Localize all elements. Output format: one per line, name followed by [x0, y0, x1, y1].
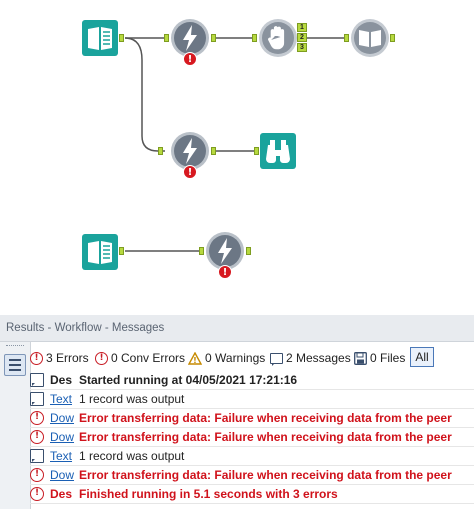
- error-circle-icon: !: [95, 352, 108, 366]
- row-tool-cell: Des: [50, 373, 73, 387]
- row-tool-link[interactable]: Dow: [50, 466, 76, 484]
- row-tool-link[interactable]: Text: [50, 447, 76, 465]
- table-row[interactable]: ! Dow Error transferring data: Failure w…: [30, 409, 474, 428]
- row-message-text: Error transferring data: Failure when re…: [79, 430, 452, 444]
- list-view-button[interactable]: [4, 354, 26, 376]
- svg-text:!: !: [193, 356, 197, 365]
- warnings-filter-button[interactable]: ! 0 Warnings: [188, 349, 265, 367]
- input-anchor[interactable]: [199, 247, 204, 255]
- text-input-tool-1[interactable]: [82, 20, 118, 56]
- conv-errors-filter-button[interactable]: ! 0 Conv Errors: [95, 349, 185, 367]
- output-anchor[interactable]: [119, 34, 124, 42]
- save-disk-icon: [354, 352, 367, 366]
- table-row[interactable]: ! Des Finished running in 5.1 seconds wi…: [30, 485, 474, 504]
- table-row[interactable]: ! Dow Error transferring data: Failure w…: [30, 466, 474, 485]
- message-comment-icon: [270, 353, 283, 367]
- output-anchor-1[interactable]: 1: [297, 23, 307, 32]
- messages-filter-label: 2 Messages: [286, 351, 351, 365]
- binoculars-icon: [260, 133, 296, 169]
- hand-stop-icon: [259, 19, 297, 57]
- message-comment-icon: [30, 373, 44, 387]
- output-anchor[interactable]: [390, 34, 395, 42]
- open-book-icon: [351, 19, 389, 57]
- row-tool-link[interactable]: Dow: [50, 428, 76, 446]
- input-anchor[interactable]: [158, 147, 163, 155]
- files-filter-label: 0 Files: [370, 351, 406, 365]
- messages-filter-button[interactable]: 2 Messages: [270, 349, 351, 367]
- row-tool-cell: Des: [50, 487, 73, 501]
- table-row[interactable]: Des Started running at 04/05/2021 17:21:…: [30, 371, 474, 390]
- files-filter-button[interactable]: 0 Files: [354, 349, 405, 367]
- warnings-filter-label: 0 Warnings: [205, 351, 266, 365]
- error-circle-icon: !: [30, 487, 44, 501]
- row-message-text: Error transferring data: Failure when re…: [79, 411, 452, 425]
- book-icon: [82, 20, 118, 56]
- output-anchor[interactable]: [211, 147, 216, 155]
- results-side-toolbar: [0, 342, 31, 509]
- error-circle-icon: !: [30, 411, 44, 425]
- row-message-text: 1 record was output: [79, 392, 185, 406]
- output-anchor-2[interactable]: 2: [297, 33, 307, 42]
- input-anchor[interactable]: [164, 34, 169, 42]
- input-anchor[interactable]: [252, 34, 257, 42]
- row-message-text: 1 record was output: [79, 449, 185, 463]
- error-badge-icon: !: [183, 52, 197, 66]
- message-comment-icon: [30, 449, 44, 463]
- results-panel-title: Results - Workflow - Messages: [0, 315, 474, 342]
- connection-line: [124, 37, 165, 152]
- error-circle-icon: !: [30, 468, 44, 482]
- table-row[interactable]: ! Dow Error transferring data: Failure w…: [30, 428, 474, 447]
- input-anchor[interactable]: [344, 34, 349, 42]
- output-anchor[interactable]: [211, 34, 216, 42]
- conv-errors-filter-label: 0 Conv Errors: [111, 351, 186, 365]
- output-anchor-3[interactable]: 3: [297, 43, 307, 52]
- row-tool-link[interactable]: Text: [50, 390, 76, 408]
- error-badge-icon: !: [218, 265, 232, 279]
- manual-hold-tool[interactable]: [258, 18, 298, 58]
- text-input-tool-2[interactable]: [82, 234, 118, 270]
- messages-table: Des Started running at 04/05/2021 17:21:…: [30, 371, 474, 504]
- browse-output-tool[interactable]: [350, 18, 390, 58]
- errors-filter-label: 3 Errors: [46, 351, 89, 365]
- row-message-text: Started running at 04/05/2021 17:21:16: [79, 373, 298, 387]
- table-row[interactable]: Text 1 record was output: [30, 447, 474, 466]
- row-message-text: Error transferring data: Failure when re…: [79, 468, 452, 482]
- book-icon: [82, 234, 118, 270]
- drag-grip-icon[interactable]: [6, 345, 24, 349]
- output-anchor[interactable]: [246, 247, 251, 255]
- row-tool-link[interactable]: Dow: [50, 409, 76, 427]
- errors-filter-button[interactable]: ! 3 Errors: [30, 349, 89, 367]
- error-circle-icon: !: [30, 430, 44, 444]
- error-circle-icon: !: [30, 352, 43, 366]
- table-row[interactable]: Text 1 record was output: [30, 390, 474, 409]
- all-filter-button[interactable]: All: [410, 347, 434, 367]
- multi-output-anchors: 1 2 3: [297, 23, 309, 53]
- input-anchor[interactable]: [254, 147, 259, 155]
- results-panel: Results - Workflow - Messages ! 3 Errors …: [0, 315, 474, 509]
- warning-triangle-icon: !: [188, 352, 202, 365]
- browse-tool[interactable]: [260, 133, 296, 169]
- workflow-canvas[interactable]: ! 1 2 3 ! !: [0, 0, 474, 315]
- output-anchor[interactable]: [119, 247, 124, 255]
- message-filter-bar: ! 3 Errors ! 0 Conv Errors ! 0 Warnings 2 …: [30, 347, 474, 369]
- row-message-text: Finished running in 5.1 seconds with 3 e…: [79, 487, 338, 501]
- message-comment-icon: [30, 392, 44, 406]
- error-badge-icon: !: [183, 165, 197, 179]
